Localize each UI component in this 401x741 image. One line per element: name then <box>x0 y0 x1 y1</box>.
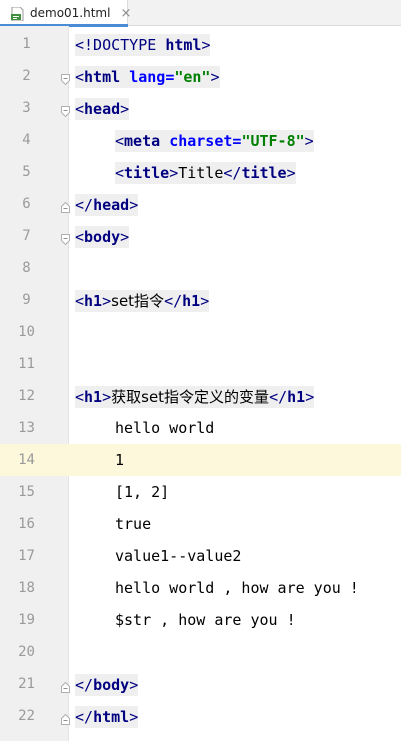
code-line[interactable]: 6 </head> <box>0 188 401 220</box>
code-text: </body> <box>75 668 139 700</box>
code-text: <h1>获取set指令定义的变量</h1> <box>75 380 315 412</box>
code-line[interactable]: 3 <head> <box>0 92 401 124</box>
code-line[interactable]: 4 <meta charset="UTF-8"> <box>0 124 401 156</box>
head-close-tag: </head> <box>75 193 139 216</box>
fold-marker-icon[interactable] <box>61 70 70 86</box>
code-line[interactable]: 21 </body> <box>0 668 401 700</box>
code-text: <meta charset="UTF-8"> <box>115 124 314 156</box>
code-line[interactable]: 20 <box>0 636 401 668</box>
code-text: hello world <box>115 419 215 437</box>
code-text: </head> <box>75 188 139 220</box>
line-number: 18 <box>18 580 35 596</box>
line-number: 22 <box>18 708 35 724</box>
code-line[interactable]: 10 <box>0 316 401 348</box>
code-line[interactable]: 12 <h1>获取set指令定义的变量</h1> <box>0 380 401 412</box>
code-line[interactable]: 17 value1--value2 <box>0 540 401 572</box>
code-text: <html lang="en"> <box>75 60 220 92</box>
line-number: 7 <box>22 228 31 244</box>
line-number: 19 <box>18 612 35 628</box>
code-line[interactable]: 16 true <box>0 508 401 540</box>
h1-set-directive: <h1>set指令</h1> <box>75 289 210 312</box>
line-number: 10 <box>18 324 35 340</box>
code-line[interactable]: 9 <h1>set指令</h1> <box>0 284 401 316</box>
code-line[interactable]: 5 <title>Title</title> <box>0 156 401 188</box>
code-text: <!DOCTYPE html> <box>75 28 211 60</box>
line-number: 12 <box>18 388 35 404</box>
code-text: [1, 2] <box>115 483 170 501</box>
fold-marker-icon[interactable] <box>61 198 70 213</box>
code-text: hello world , how are you ! <box>115 579 359 597</box>
line-number: 9 <box>22 292 31 308</box>
fold-marker-icon[interactable] <box>61 102 70 118</box>
line-number: 4 <box>22 132 31 148</box>
code-text: <body> <box>75 220 130 252</box>
body-close-tag: </body> <box>75 673 139 696</box>
line-number: 8 <box>22 260 31 276</box>
code-line[interactable]: 22 </html> <box>0 700 401 732</box>
line-number: 13 <box>18 420 35 436</box>
current-code-line[interactable]: 14 1 <box>0 444 401 476</box>
line-number: 17 <box>18 548 35 564</box>
code-text: <head> <box>75 92 130 124</box>
html-file-icon <box>11 6 24 22</box>
line-number: 16 <box>18 516 35 532</box>
line-number: 11 <box>18 356 35 372</box>
code-line[interactable]: 18 hello world , how are you ! <box>0 572 401 604</box>
line-number: 6 <box>22 196 31 212</box>
line-number: 21 <box>18 676 35 692</box>
code-text: value1--value2 <box>115 547 242 565</box>
code-line[interactable]: 8 <box>0 252 401 284</box>
close-icon[interactable]: × <box>120 6 131 21</box>
line-number: 14 <box>0 444 69 476</box>
line-number: 2 <box>22 68 31 84</box>
code-line[interactable]: 1 <!DOCTYPE html> <box>0 28 401 60</box>
code-line[interactable]: 2 <html lang="en"> <box>0 60 401 92</box>
code-line[interactable]: 13 hello world <box>0 412 401 444</box>
title-tag: <title>Title</title> <box>115 161 296 184</box>
line-number: 15 <box>18 484 35 500</box>
line-number: 1 <box>22 36 31 52</box>
code-line[interactable]: 7 <body> <box>0 220 401 252</box>
h1-get-variable: <h1>获取set指令定义的变量</h1> <box>75 385 315 408</box>
fold-marker-icon[interactable] <box>61 678 70 693</box>
body-open-tag: <body> <box>75 225 130 248</box>
line-number: 20 <box>18 644 35 660</box>
line-number: 3 <box>22 100 31 116</box>
code-editor[interactable]: 1 <!DOCTYPE html> 2 <html lang="en"> 3 <… <box>0 26 401 741</box>
head-open-tag: <head> <box>75 97 130 120</box>
code-line[interactable]: 15 [1, 2] <box>0 476 401 508</box>
fold-marker-icon[interactable] <box>61 230 70 246</box>
tab-demo01-html[interactable]: demo01.html × <box>0 0 131 27</box>
code-text: true <box>115 515 152 533</box>
html-open-tag: <html lang="en"> <box>75 65 220 88</box>
code-line[interactable]: 11 <box>0 348 401 380</box>
code-text: </html> <box>75 700 139 732</box>
doctype-block: <!DOCTYPE html> <box>75 33 211 56</box>
fold-marker-icon[interactable] <box>61 710 70 725</box>
code-line[interactable]: 19 $str , how are you ! <box>0 604 401 636</box>
code-text: <h1>set指令</h1> <box>75 284 210 316</box>
code-text: 1 <box>115 451 125 469</box>
html-close-tag: </html> <box>75 705 139 728</box>
code-text: $str , how are you ! <box>115 611 296 629</box>
meta-tag: <meta charset="UTF-8"> <box>115 129 314 152</box>
tab-label: demo01.html <box>30 6 111 20</box>
line-number: 5 <box>22 164 31 180</box>
code-text: <title>Title</title> <box>115 156 296 188</box>
editor-tab-bar: demo01.html × <box>0 0 401 27</box>
